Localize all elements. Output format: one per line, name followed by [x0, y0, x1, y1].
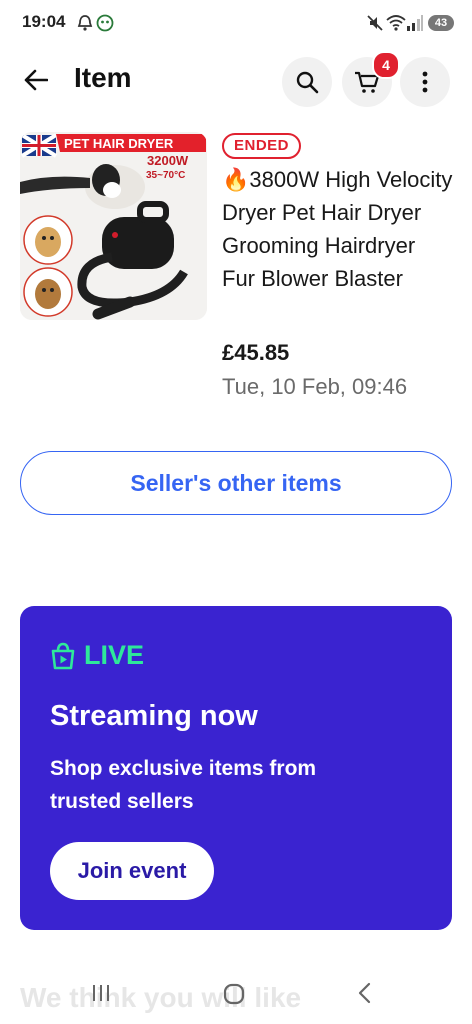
- app-notification-icon: [96, 14, 114, 32]
- mute-icon: [367, 15, 383, 31]
- fire-emoji: 🔥: [222, 167, 250, 192]
- status-time: 19:04: [22, 12, 66, 31]
- cart-count-badge: 4: [372, 51, 400, 79]
- signal-icon: [407, 15, 423, 31]
- status-bar: 19:04 43: [0, 0, 472, 48]
- sellers-other-items-button[interactable]: Seller's other items: [20, 451, 452, 515]
- home-icon[interactable]: [222, 982, 246, 1006]
- image-banner-text: PET HAIR DRYER: [64, 136, 174, 151]
- live-bag-icon: [51, 642, 75, 669]
- app-bar: Item: [0, 48, 472, 112]
- more-vert-icon: [422, 71, 428, 93]
- product-image[interactable]: PET HAIR DRYER 3200W 35~70°C: [20, 132, 207, 320]
- live-subtext: Shop exclusive items from trusted seller…: [50, 757, 317, 813]
- ended-status-badge: ENDED: [222, 133, 302, 159]
- image-power-text: 3200W: [147, 153, 189, 168]
- live-heading: Streaming now: [50, 700, 258, 732]
- image-temp-text: 35~70°C: [146, 170, 185, 181]
- nav-back-icon[interactable]: [356, 982, 374, 1004]
- back-arrow-icon: [24, 69, 48, 91]
- notification-icon: [77, 15, 93, 31]
- live-stream-card[interactable]: LIVE Streaming now Shop exclusive items …: [20, 606, 452, 930]
- recent-apps-icon[interactable]: [90, 982, 112, 1004]
- product-title-text: 3800W High Velocity Dryer Pet Hair Dryer…: [222, 167, 453, 291]
- page-title: Item: [74, 62, 132, 93]
- more-options-button[interactable]: [400, 57, 450, 107]
- live-label: LIVE: [84, 640, 145, 670]
- wifi-icon: [386, 15, 406, 31]
- product-title[interactable]: 🔥3800W High Velocity Dryer Pet Hair Drye…: [222, 163, 454, 295]
- search-icon: [296, 71, 319, 94]
- live-indicator: LIVE: [50, 640, 144, 671]
- product-price: £45.85: [222, 340, 290, 365]
- back-button[interactable]: [18, 60, 54, 100]
- battery-indicator: 43: [428, 15, 454, 31]
- product-end-date: Tue, 10 Feb, 09:46: [222, 374, 408, 399]
- system-nav-bar: [0, 968, 472, 1024]
- join-event-button[interactable]: Join event: [50, 842, 214, 900]
- search-button[interactable]: [282, 57, 332, 107]
- uk-flag-icon: [20, 133, 58, 158]
